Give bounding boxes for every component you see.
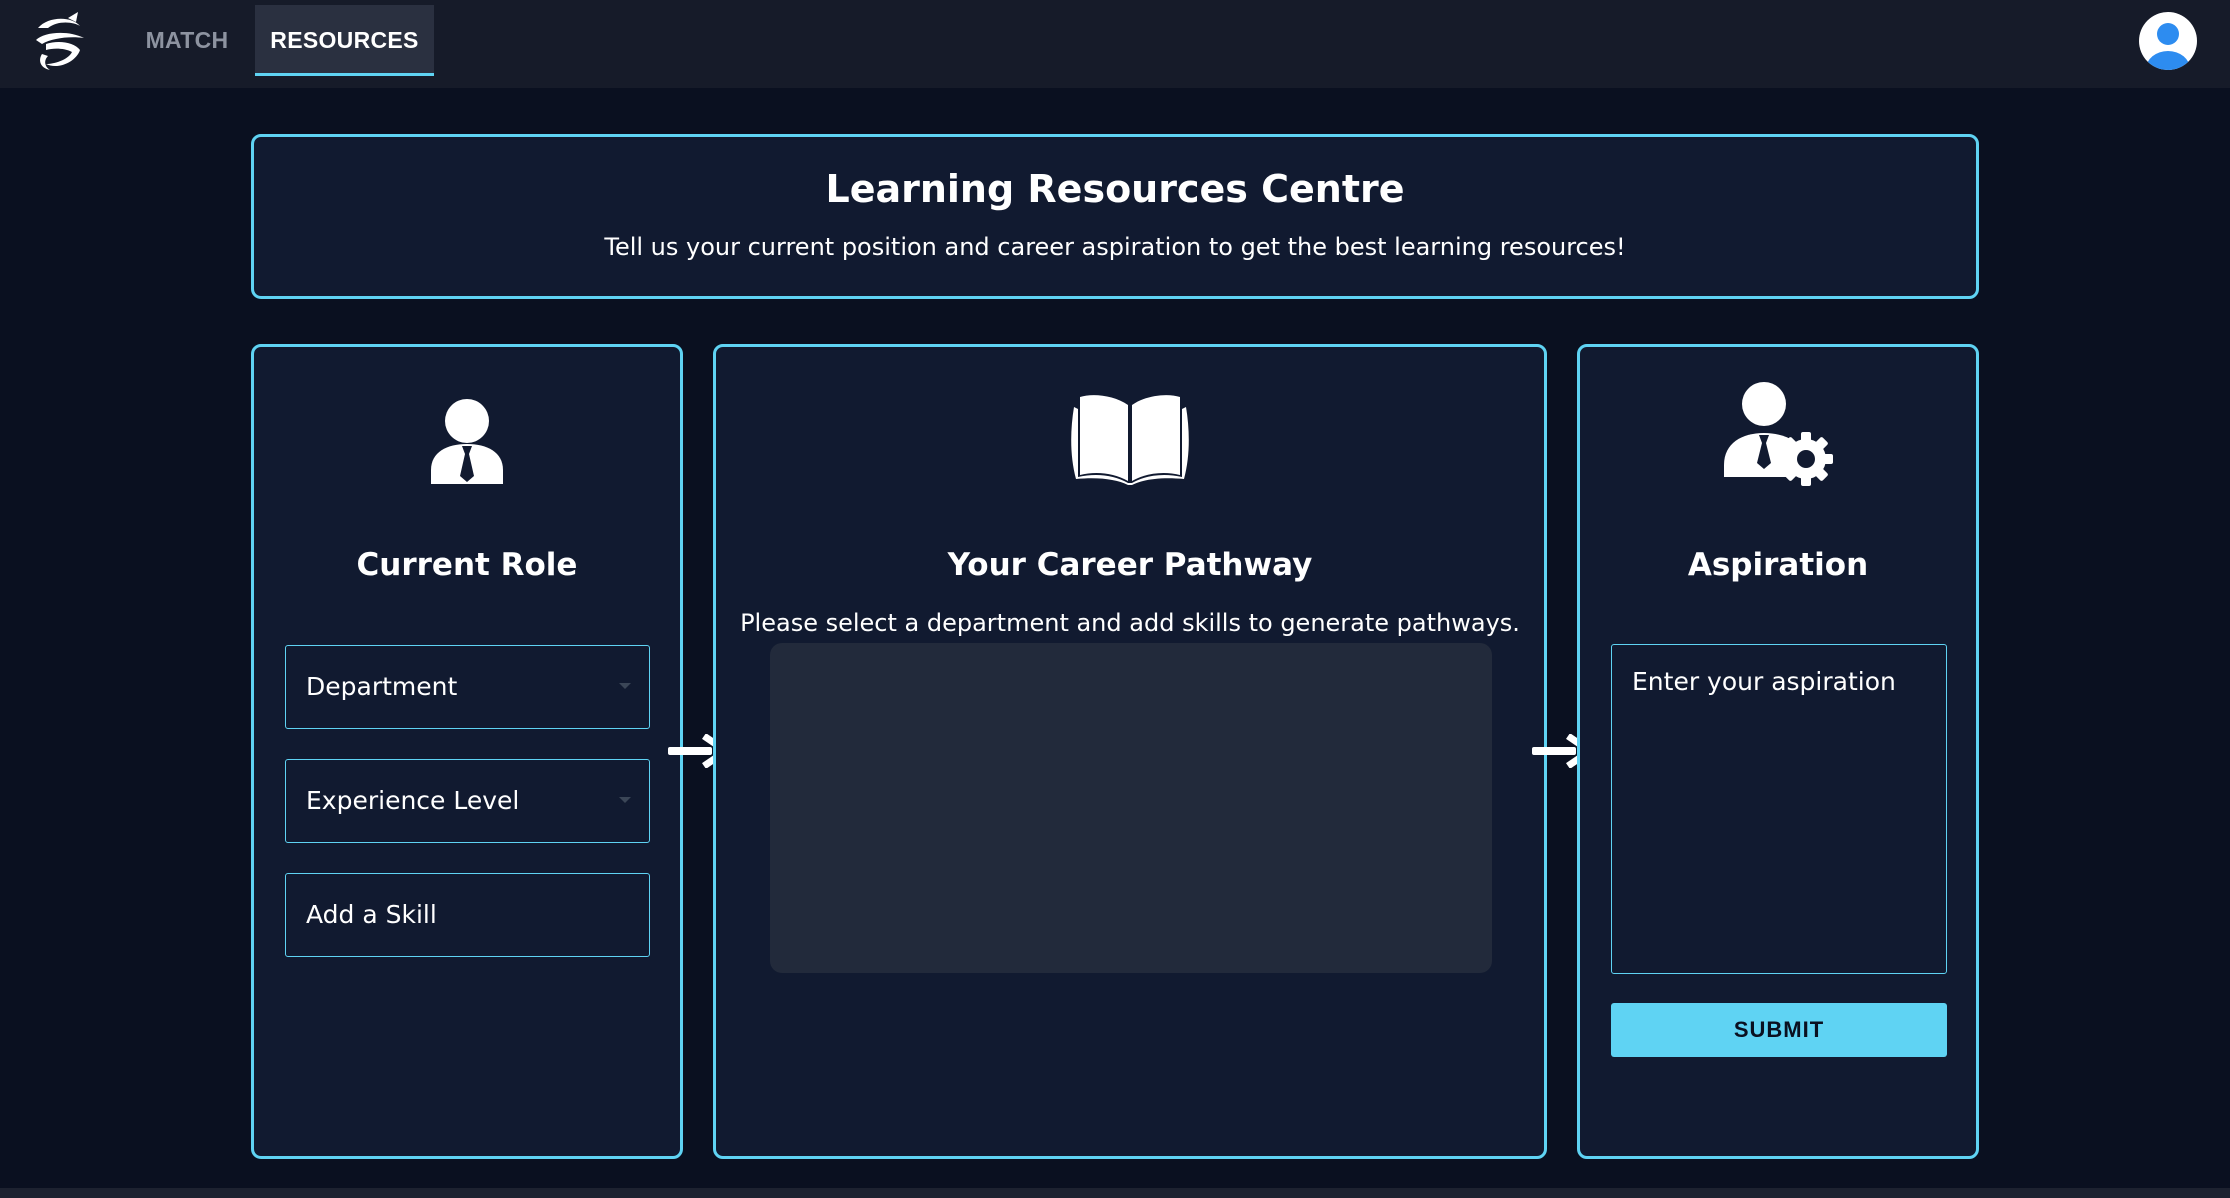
tab-match[interactable]: MATCH: [128, 5, 246, 76]
person-gear-icon: [1724, 382, 1833, 486]
career-pathway-title: Your Career Pathway: [947, 547, 1313, 583]
current-role-title: Current Role: [356, 547, 578, 583]
career-pathway-panel: Your Career Pathway Please select a depa…: [713, 344, 1547, 1159]
aspiration-title: Aspiration: [1687, 547, 1869, 583]
add-skill-placeholder: Add a Skill: [306, 900, 437, 929]
page-title: Learning Resources Centre: [825, 167, 1405, 211]
add-skill-input[interactable]: Add a Skill: [285, 873, 650, 957]
tab-resources[interactable]: RESOURCES: [255, 5, 434, 76]
department-label: Department: [306, 672, 458, 701]
pathway-instructions: Please select a department and add skill…: [740, 609, 1520, 637]
submit-button[interactable]: SUBMIT: [1611, 1003, 1947, 1057]
chevron-down-icon: [619, 797, 631, 803]
page-subtitle: Tell us your current position and career…: [604, 233, 1626, 261]
page-bottom-divider: [0, 1188, 2230, 1198]
user-avatar-icon[interactable]: [2138, 11, 2198, 71]
person-tie-icon: [431, 399, 503, 484]
chevron-down-icon: [619, 683, 631, 689]
current-role-panel: Current Role Department Experience Level…: [251, 344, 683, 1159]
aspiration-placeholder: Enter your aspiration: [1632, 667, 1896, 696]
top-navbar: MATCH RESOURCES: [0, 0, 2230, 88]
department-select[interactable]: Department: [285, 645, 650, 729]
aspiration-textarea[interactable]: Enter your aspiration: [1611, 644, 1947, 974]
aspiration-panel: Aspiration Enter your aspiration SUBMIT: [1577, 344, 1979, 1159]
open-book-icon: [1071, 395, 1189, 485]
experience-level-label: Experience Level: [306, 786, 520, 815]
brand-logo-icon[interactable]: [28, 10, 92, 74]
header-card: Learning Resources Centre Tell us your c…: [251, 134, 1979, 299]
experience-level-select[interactable]: Experience Level: [285, 759, 650, 843]
pathway-results-area: [770, 643, 1492, 973]
